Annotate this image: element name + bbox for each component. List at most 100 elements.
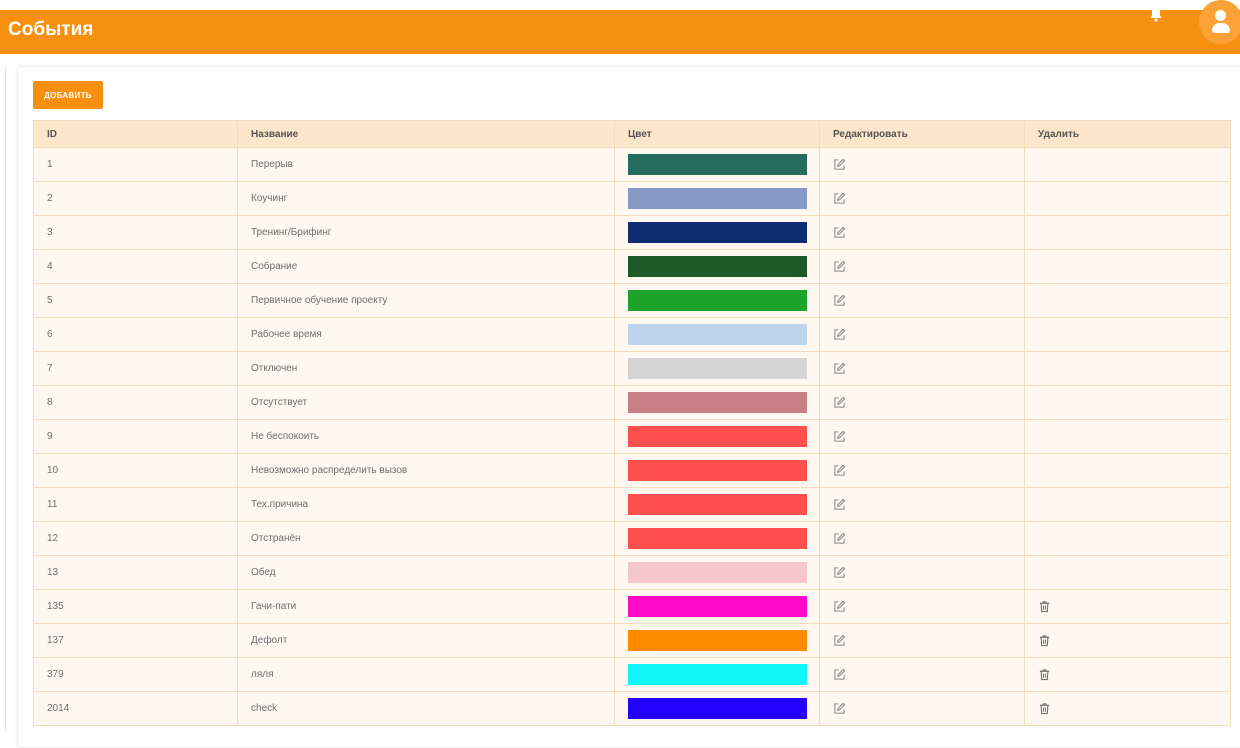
color-swatch <box>628 154 807 175</box>
cell-color <box>614 215 820 250</box>
cell-delete <box>1024 419 1231 454</box>
color-swatch <box>628 460 807 481</box>
cell-id: 135 <box>33 589 238 624</box>
cell-name: Не беспокоить <box>237 419 615 454</box>
column-header-color: Цвет <box>614 120 820 148</box>
column-header-edit: Редактировать <box>819 120 1025 148</box>
cell-color <box>614 487 820 522</box>
cell-edit <box>819 385 1025 420</box>
color-swatch <box>628 256 807 277</box>
avatar-body <box>1212 23 1230 33</box>
cell-delete <box>1024 623 1231 658</box>
edit-icon[interactable] <box>833 226 846 238</box>
cell-color <box>614 317 820 352</box>
trash-icon[interactable] <box>1038 601 1051 613</box>
table-row: 4 Собрание <box>33 249 1231 284</box>
edit-icon[interactable] <box>833 702 846 714</box>
events-table: ID Название Цвет Редактировать Удалить 1… <box>33 120 1231 726</box>
edit-icon[interactable] <box>833 294 846 306</box>
edit-icon[interactable] <box>833 328 846 340</box>
edit-icon[interactable] <box>833 498 846 510</box>
edit-icon[interactable] <box>833 464 846 476</box>
cell-color <box>614 283 820 318</box>
cell-name: Гачи-пати <box>237 589 615 624</box>
cell-id: 12 <box>33 521 238 556</box>
cell-name: Рабочее время <box>237 317 615 352</box>
cell-name: Тренинг/Брифинг <box>237 215 615 250</box>
cell-color <box>614 147 820 182</box>
color-swatch <box>628 494 807 515</box>
color-swatch <box>628 324 807 345</box>
table-row: 8 Отсутствует <box>33 385 1231 420</box>
cell-id: 5 <box>33 283 238 318</box>
cell-name: Первичное обучение проекту <box>237 283 615 318</box>
cell-id: 137 <box>33 623 238 658</box>
table-row: 1 Перерыв <box>33 147 1231 182</box>
cell-edit <box>819 317 1025 352</box>
cell-name: ляля <box>237 657 615 692</box>
cell-edit <box>819 555 1025 590</box>
cell-delete <box>1024 657 1231 692</box>
edit-icon[interactable] <box>833 396 846 408</box>
edit-icon[interactable] <box>833 260 846 272</box>
edit-icon[interactable] <box>833 532 846 544</box>
cell-name: Собрание <box>237 249 615 284</box>
column-header-delete: Удалить <box>1024 120 1231 148</box>
bell-icon[interactable] <box>1150 10 1162 22</box>
table-row: 9 Не беспокоить <box>33 419 1231 454</box>
cell-edit <box>819 351 1025 386</box>
table-row: 3 Тренинг/Брифинг <box>33 215 1231 250</box>
cell-name: Отстранён <box>237 521 615 556</box>
cell-id: 379 <box>33 657 238 692</box>
cell-id: 10 <box>33 453 238 488</box>
trash-icon[interactable] <box>1038 635 1051 647</box>
column-header-id: ID <box>33 120 238 148</box>
cell-id: 8 <box>33 385 238 420</box>
trash-icon[interactable] <box>1038 703 1051 715</box>
color-swatch <box>628 596 807 617</box>
cell-color <box>614 351 820 386</box>
edit-icon[interactable] <box>833 566 846 578</box>
cell-color <box>614 555 820 590</box>
table-row: 12 Отстранён <box>33 521 1231 556</box>
cell-id: 2014 <box>33 691 238 726</box>
color-swatch <box>628 290 807 311</box>
edit-icon[interactable] <box>833 634 846 646</box>
table-row: 11 Тех.причина <box>33 487 1231 522</box>
cell-delete <box>1024 283 1231 318</box>
cell-name: Перерыв <box>237 147 615 182</box>
trash-icon[interactable] <box>1038 669 1051 681</box>
cell-id: 13 <box>33 555 238 590</box>
add-event-button[interactable]: ДОБАВИТЬ <box>33 81 103 109</box>
edit-icon[interactable] <box>833 192 846 204</box>
edit-icon[interactable] <box>833 362 846 374</box>
cell-edit <box>819 657 1025 692</box>
cell-name: check <box>237 691 615 726</box>
page-title: События <box>8 19 94 40</box>
color-swatch <box>628 426 807 447</box>
edit-icon[interactable] <box>833 430 846 442</box>
color-swatch <box>628 188 807 209</box>
cell-id: 11 <box>33 487 238 522</box>
cell-delete <box>1024 317 1231 352</box>
edit-icon[interactable] <box>833 158 846 170</box>
cell-color <box>614 419 820 454</box>
cell-id: 3 <box>33 215 238 250</box>
cell-color <box>614 623 820 658</box>
table-header-row: ID Название Цвет Редактировать Удалить <box>33 120 1231 148</box>
cell-name: Отключен <box>237 351 615 386</box>
color-swatch <box>628 698 807 719</box>
user-avatar-icon[interactable] <box>1199 0 1240 44</box>
cell-color <box>614 249 820 284</box>
cell-color <box>614 657 820 692</box>
edit-icon[interactable] <box>833 668 846 680</box>
cell-delete <box>1024 215 1231 250</box>
cell-edit <box>819 487 1025 522</box>
cell-edit <box>819 181 1025 216</box>
table-row: 6 Рабочее время <box>33 317 1231 352</box>
edit-icon[interactable] <box>833 600 846 612</box>
cell-id: 2 <box>33 181 238 216</box>
table-row: 2014 check <box>33 691 1231 726</box>
table-row: 137 Дефолт <box>33 623 1231 658</box>
cell-color <box>614 385 820 420</box>
